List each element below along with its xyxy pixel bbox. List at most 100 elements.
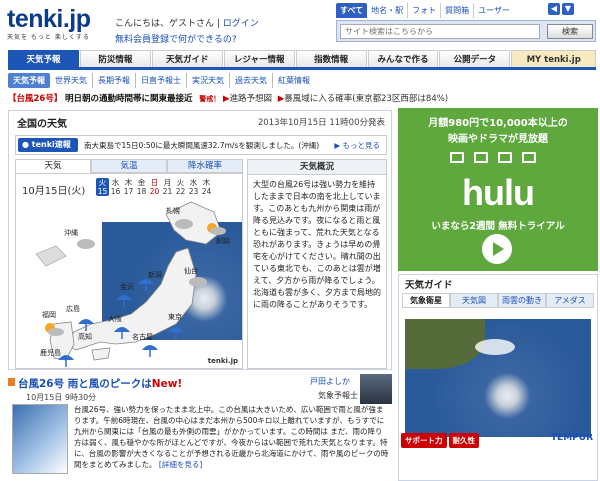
- tenki-flash: ● tenki速報 南大東島で15日0:50に最大瞬間風速32.7m/sを観測し…: [15, 135, 387, 155]
- sponsor-logo[interactable]: TEMPUR: [551, 433, 593, 443]
- author-avatar[interactable]: [360, 374, 392, 404]
- search-tab-user[interactable]: ユーザー: [474, 3, 514, 18]
- member-register-link[interactable]: 無料会員登録で何ができるの?: [115, 32, 237, 45]
- city-fukuoka[interactable]: 福岡: [42, 310, 56, 320]
- prev-arrow-icon[interactable]: ◀: [548, 3, 560, 15]
- ad-line-1: 月額980円で10,000本以上の: [428, 118, 568, 129]
- nav-guide[interactable]: 天気ガイド: [151, 50, 223, 67]
- city-nagoya[interactable]: 名古屋: [132, 332, 153, 342]
- main-nav: 天気予報 防災情報 天気ガイド レジャー情報 指数情報 みんなで作る 公開データ…: [8, 50, 597, 70]
- article-title-text: 台風26号 雨と風のピークは: [18, 378, 152, 390]
- map-logo: tenki.jp: [207, 357, 238, 365]
- tab-satellite[interactable]: 気象衛星: [402, 293, 450, 308]
- tab-temperature[interactable]: 気温: [91, 159, 167, 173]
- hulu-ad[interactable]: 月額980円で10,000本以上の 映画やドラマが見放題 hulu いまなら2週…: [398, 108, 598, 271]
- subnav-longterm[interactable]: 長期予報: [93, 73, 136, 88]
- city-sapporo[interactable]: 札幌: [166, 206, 180, 216]
- search-input[interactable]: [340, 24, 540, 39]
- login-link[interactable]: ログイン: [223, 19, 259, 29]
- satellite-land: [405, 319, 485, 369]
- nav-community[interactable]: みんなで作る: [367, 50, 439, 67]
- tab-weather[interactable]: 天気: [15, 159, 91, 173]
- article-bullet-icon: [8, 378, 15, 386]
- city-kochi[interactable]: 高知: [78, 332, 92, 342]
- weather-guide: 天気ガイド 気象衛星 天気図 雨雲の動き アメダス サポート力 耐久性 TEMP…: [398, 274, 598, 481]
- search-tab-photo[interactable]: フォト: [408, 3, 442, 18]
- subnav-past[interactable]: 過去天気: [230, 73, 273, 88]
- ad-logo: hulu: [462, 172, 535, 213]
- sun-cloud-icon: [45, 323, 64, 336]
- satellite-cloud: [475, 339, 515, 355]
- subnav-forecast[interactable]: 天気予報: [8, 73, 50, 88]
- search-tab-qa[interactable]: 質問箱: [441, 3, 475, 18]
- article-date: 10月15日 9時30分: [26, 393, 97, 402]
- umbrella-icon: [138, 279, 154, 291]
- city-kushiro[interactable]: 釧路: [216, 236, 230, 246]
- ad-line-3: いまなら2週間 無料トライアル: [431, 221, 565, 232]
- badge-durability[interactable]: 耐久性: [448, 433, 479, 448]
- search-box: 検索: [336, 20, 596, 42]
- search-button[interactable]: 検索: [547, 24, 593, 39]
- subnav-world[interactable]: 世界天気: [50, 73, 93, 88]
- flash-more-link[interactable]: ▶ もっと見る: [334, 140, 380, 151]
- logo-tagline: 天気を もっと 楽しくする: [7, 34, 90, 41]
- umbrella-icon: [78, 319, 94, 331]
- nav-index[interactable]: 指数情報: [295, 50, 367, 67]
- author-name[interactable]: 戸田よしか: [310, 376, 350, 387]
- article-more-link[interactable]: [詳細を見る]: [159, 460, 202, 469]
- flash-tag: ● tenki速報: [18, 138, 78, 152]
- nav-my-tenki[interactable]: MY tenki.jp: [511, 50, 597, 67]
- guide-tabs: 気象衛星 天気図 雨雲の動き アメダス: [402, 293, 594, 308]
- tab-weather-chart[interactable]: 天気図: [450, 293, 498, 308]
- forecast-panel: 全国の天気 2013年10月15日 11時00分発表 ● tenki速報 南大東…: [8, 110, 392, 370]
- search-tab-all[interactable]: すべて: [336, 3, 368, 18]
- play-icon[interactable]: [482, 234, 512, 264]
- city-tokyo[interactable]: 東京: [168, 312, 182, 322]
- article-body: 台風26号、強い勢力を保ったまま北上中。この台風は大きいため、広い範囲で雨と風が…: [74, 404, 390, 470]
- article-thumbnail[interactable]: [12, 404, 68, 474]
- nav-leisure[interactable]: レジャー情報: [223, 50, 295, 67]
- article-title[interactable]: 台風26号 雨と風のピークはNew!: [18, 376, 182, 391]
- tab-amedas[interactable]: アメダス: [546, 293, 594, 308]
- satellite-image[interactable]: [405, 319, 591, 437]
- devices-icon: [450, 152, 536, 163]
- badge-support[interactable]: サポート力: [401, 433, 447, 448]
- greeting-text: こんにちは、ゲストさん: [115, 19, 215, 29]
- cloud-icon: [175, 219, 193, 229]
- weather-summary: 天気概況 大型の台風26号は強い勢力を維持したままで日本の南を北上しています。こ…: [247, 159, 387, 369]
- nav-forecast[interactable]: 天気予報: [8, 50, 79, 67]
- summary-title: 天気概況: [248, 160, 386, 175]
- news-link-storm-prob[interactable]: 暴風域に入る確率(東京都23区西部は84%): [284, 94, 448, 104]
- article-text: 台風26号、強い勢力を保ったまま北上中。この台風は大きいため、広い範囲で雨と風が…: [74, 405, 389, 469]
- umbrella-icon: [58, 355, 74, 367]
- flash-more-label: もっと見る: [342, 141, 381, 150]
- umbrella-icon: [114, 327, 130, 339]
- city-osaka[interactable]: 大阪: [108, 314, 122, 324]
- flash-text[interactable]: 南大東島で15日0:50に最大瞬間風速32.7m/sを観測しました。(沖縄): [84, 140, 319, 151]
- search-tab-place[interactable]: 地名・駅: [367, 3, 409, 18]
- umbrella-icon: [116, 295, 132, 307]
- news-headline[interactable]: 明日朝の通勤時間帯に関東最接近: [65, 94, 193, 104]
- city-kanazawa[interactable]: 金沢: [120, 282, 134, 292]
- guide-title: 天気ガイド: [405, 280, 453, 291]
- summary-text: 大型の台風26号は強い勢力を維持したままで日本の南を北上しています。このあとも九…: [253, 180, 381, 309]
- japan-weather-map[interactable]: 10月15日(火) 火15 水16 木17 金18 土19 日20 月21 火2…: [15, 173, 243, 369]
- search-tabs: すべて 地名・駅 フォト 質問箱 ユーザー: [336, 3, 514, 18]
- tab-precip[interactable]: 降水確率: [167, 159, 243, 173]
- greeting: こんにちは、ゲストさん | ログイン: [115, 16, 259, 29]
- news-link-track[interactable]: 進路予想図: [230, 94, 273, 104]
- news-tag: 【台風26号】: [8, 94, 63, 104]
- nav-open-data[interactable]: 公開データ: [439, 50, 511, 67]
- site-logo[interactable]: tenki.jp 天気を もっと 楽しくする: [7, 7, 91, 42]
- city-hiroshima[interactable]: 広島: [66, 304, 80, 314]
- dropdown-arrow-icon[interactable]: ▼: [562, 3, 574, 15]
- forecast-tabs: 天気 気温 降水確率: [15, 159, 243, 173]
- sponsor-badges: サポート力 耐久性: [401, 433, 481, 448]
- nav-disaster[interactable]: 防災情報: [79, 50, 151, 67]
- news-ticker: 【台風26号】 明日朝の通勤時間帯に関東最接近 警戒！ ▶進路予想図 ▶暴風域に…: [8, 92, 596, 106]
- tab-rain-cloud[interactable]: 雨雲の動き: [498, 293, 546, 308]
- forecast-title: 全国の天気: [17, 119, 67, 130]
- subnav-autumn[interactable]: 紅葉情報: [273, 73, 315, 88]
- subnav-forecaster[interactable]: 日直予報士: [136, 73, 187, 88]
- subnav-current[interactable]: 実況天気: [187, 73, 230, 88]
